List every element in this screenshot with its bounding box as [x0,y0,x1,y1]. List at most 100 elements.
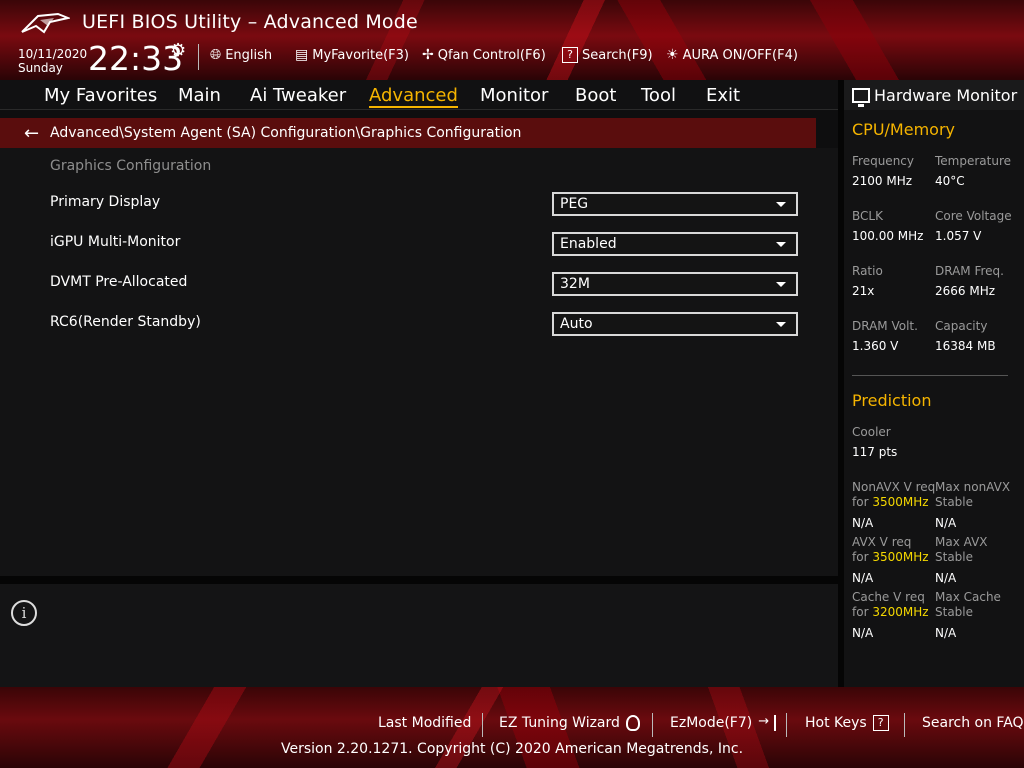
max-nonavx-line1: Max nonAVX [935,480,1011,494]
nonavx-label-line1: NonAVX V req [852,480,936,494]
myfavorite-button[interactable]: ▤ MyFavorite(F3) [295,47,409,63]
qfan-label: Qfan Control(F6) [437,47,546,63]
breadcrumb-path: Advanced\System Agent (SA) Configuration… [50,125,522,141]
core-voltage-value: 1.057 V [935,229,982,243]
select-value: Auto [560,316,593,332]
back-arrow-icon[interactable]: ← [24,123,42,144]
gear-icon[interactable]: ⚙ [170,40,186,61]
nonavx-vreq-value: N/A [852,516,874,530]
dropdown-caret-icon [776,282,786,287]
max-cache-label: Max Cache Stable [935,590,1001,620]
ezmode-label: EzMode(F7) [670,715,753,731]
search-faq-button[interactable]: Search on FAQ [922,715,1024,731]
settings-panel: Graphics Configuration Primary Display P… [0,148,838,576]
bclk-value: 100.00 MHz [852,229,924,243]
aura-light-icon: ☀ [666,47,679,63]
nonavx-label-line2: for 3500MHz [852,495,935,510]
ratio-label: Ratio [852,264,883,278]
rog-logo [21,12,70,34]
tab-advanced[interactable]: Advanced [369,85,458,108]
last-modified-label: Last Modified [378,715,472,731]
dram-volt-value: 1.360 V [852,339,899,353]
footer-divider [482,713,483,737]
language-button[interactable]: 🌐︎ English [210,47,272,63]
header-divider [198,44,199,70]
select-value: PEG [560,196,589,212]
dropdown-caret-icon [776,242,786,247]
igpu-multi-monitor-select[interactable]: Enabled [552,232,798,256]
dropdown-caret-icon [776,322,786,327]
fan-icon: ✢ [422,47,434,63]
avx-freq: 3500MHz [872,550,929,564]
tab-boot[interactable]: Boot [575,85,616,106]
search-button[interactable]: ? Search(F9) [562,47,653,63]
breadcrumb: ← Advanced\System Agent (SA) Configurati… [0,118,816,148]
lightbulb-icon [625,715,640,731]
tab-ai-tweaker[interactable]: Ai Tweaker [250,85,346,106]
avx-vreq-value: N/A [852,571,874,585]
app-title: UEFI BIOS Utility – Advanced Mode [82,11,418,33]
aura-label: AURA ON/OFF(F4) [682,47,798,63]
primary-display-select[interactable]: PEG [552,192,798,216]
frequency-label: Frequency [852,154,914,168]
setting-label: iGPU Multi-Monitor [50,234,181,250]
dvmt-pre-allocated-select[interactable]: 32M [552,272,798,296]
info-icon: i [11,600,37,626]
dram-freq-label: DRAM Freq. [935,264,1004,278]
last-modified-button[interactable]: Last Modified [378,715,471,731]
for-text: for [852,550,869,564]
footer-bar: Last Modified EZ Tuning Wizard EzMode(F7… [0,687,1024,768]
max-avx-line2: Stable [935,550,974,564]
frequency-value: 2100 MHz [852,174,913,188]
nonavx-freq: 3500MHz [872,495,929,509]
max-avx-value: N/A [935,571,957,585]
tab-tool[interactable]: Tool [641,85,676,106]
cpu-memory-title: CPU/Memory [852,120,955,139]
cache-vreq-label: Cache V req for 3200MHz [852,590,929,620]
help-panel: i [0,584,838,687]
ez-tuning-label: EZ Tuning Wizard [499,715,620,731]
dram-freq-value: 2666 MHz [935,284,996,298]
search-label: Search(F9) [582,47,653,63]
rc6-render-standby-select[interactable]: Auto [552,312,798,336]
day-text: Sunday [18,61,63,75]
section-divider [852,375,1008,376]
language-label: English [225,47,273,63]
max-avx-label: Max AVX Stable [935,535,988,565]
cache-label-line2: for 3200MHz [852,605,929,620]
capacity-label: Capacity [935,319,988,333]
select-value: 32M [560,276,590,292]
tab-exit[interactable]: Exit [706,85,740,106]
select-value: Enabled [560,236,617,252]
max-nonavx-label: Max nonAVX Stable [935,480,1010,510]
cooler-value: 117 pts [852,445,898,459]
exit-arrow-icon: → [758,715,777,731]
hot-keys-button[interactable]: Hot Keys ? [805,715,889,731]
tab-monitor[interactable]: Monitor [480,85,548,106]
qfan-control-button[interactable]: ✢ Qfan Control(F6) [422,47,546,63]
copyright-text: Version 2.20.1271. Copyright (C) 2020 Am… [280,741,744,757]
help-box-icon: ? [872,715,889,731]
top-header: UEFI BIOS Utility – Advanced Mode 10/11/… [0,0,1024,80]
footer-divider [652,713,653,737]
tab-my-favorites[interactable]: My Favorites [44,85,157,106]
ez-tuning-wizard-button[interactable]: EZ Tuning Wizard [499,715,640,731]
temperature-value: 40°C [935,174,965,188]
core-voltage-label: Core Voltage [935,209,1012,223]
tab-main[interactable]: Main [178,85,221,106]
for-text: for [852,605,869,619]
cooler-label: Cooler [852,425,891,439]
setting-row-dvmt-pre-allocated: DVMT Pre-Allocated 32M [50,272,798,296]
hardware-monitor-title: Hardware Monitor [874,85,1018,105]
myfavorite-label: MyFavorite(F3) [312,47,409,63]
cache-label-line1: Cache V req [852,590,925,604]
cache-vreq-value: N/A [852,626,874,640]
ezmode-button[interactable]: EzMode(F7) → [670,715,777,731]
footer-divider [786,713,787,737]
avx-label-line1: AVX V req [852,535,912,549]
ratio-value: 21x [852,284,875,298]
setting-row-primary-display: Primary Display PEG [50,192,798,216]
aura-toggle-button[interactable]: ☀ AURA ON/OFF(F4) [666,47,798,63]
date-display: 10/11/2020 Sunday [18,47,87,75]
hot-keys-label: Hot Keys [805,715,867,731]
